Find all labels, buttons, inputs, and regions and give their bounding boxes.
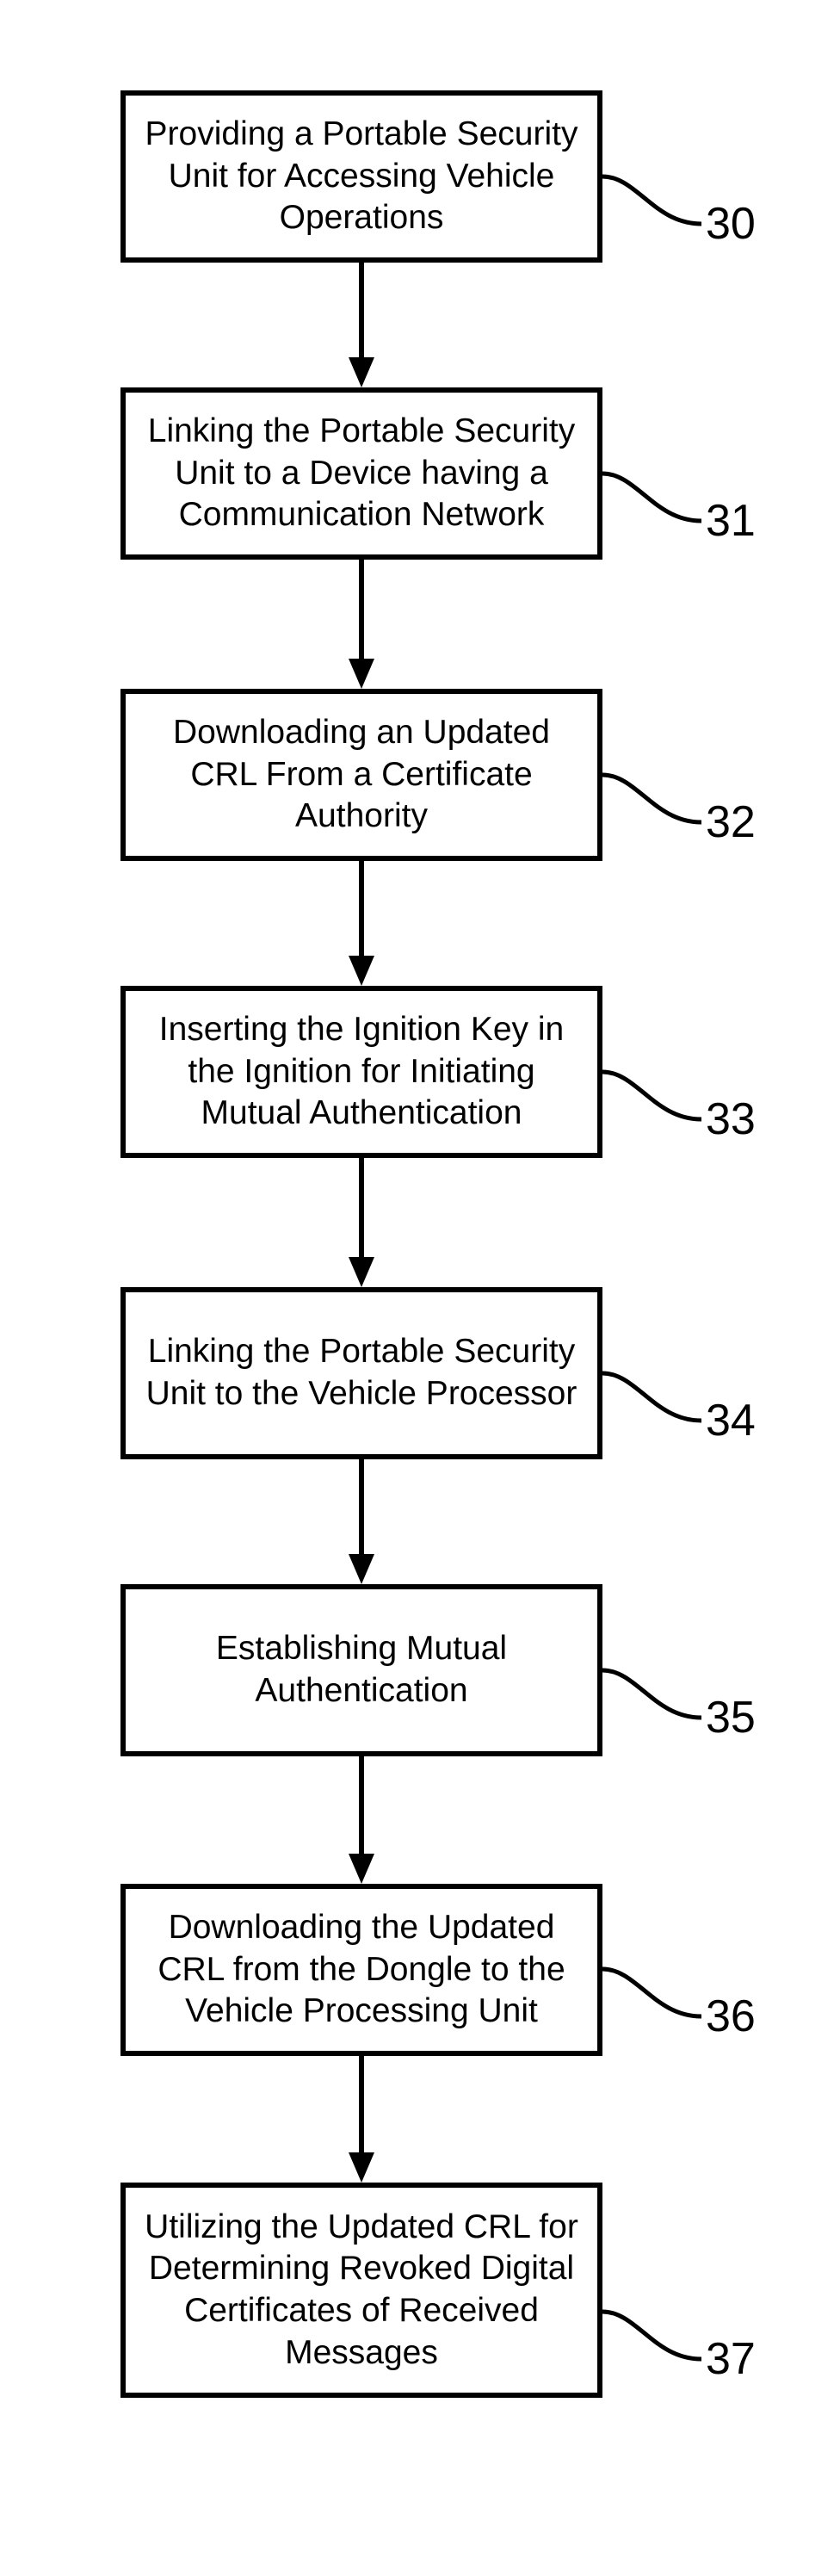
step-32-text: Downloading an Updated CRL From a Certif…: [143, 712, 580, 838]
callout-curve-35: [602, 1670, 706, 1739]
callout-curve-32: [602, 775, 706, 844]
callout-label-34: 34: [706, 1395, 756, 1446]
callout-label-31: 31: [706, 495, 756, 547]
callout-curve-31: [602, 474, 706, 542]
callout-curve-34: [602, 1373, 706, 1442]
step-35-text: Establishing Mutual Authentication: [143, 1628, 580, 1712]
step-36-text: Downloading the Updated CRL from the Don…: [143, 1907, 580, 2033]
callout-curve-37: [602, 2312, 706, 2381]
arrow-35-36: [344, 1756, 379, 1884]
callout-label-37: 37: [706, 2333, 756, 2385]
step-34-text: Linking the Portable Security Unit to th…: [143, 1331, 580, 1415]
step-32: Downloading an Updated CRL From a Certif…: [120, 689, 602, 861]
arrow-33-34: [344, 1158, 379, 1287]
callout-label-35: 35: [706, 1692, 756, 1743]
step-30-text: Providing a Portable Security Unit for A…: [143, 114, 580, 239]
step-35: Establishing Mutual Authentication: [120, 1584, 602, 1756]
step-37-text: Utilizing the Updated CRL for Determinin…: [143, 2207, 580, 2375]
step-33-text: Inserting the Ignition Key in the Igniti…: [143, 1009, 580, 1135]
arrow-34-35: [344, 1459, 379, 1584]
callout-curve-36: [602, 1969, 706, 2038]
step-34: Linking the Portable Security Unit to th…: [120, 1287, 602, 1459]
callout-label-30: 30: [706, 198, 756, 250]
step-31: Linking the Portable Security Unit to a …: [120, 387, 602, 560]
step-33: Inserting the Ignition Key in the Igniti…: [120, 986, 602, 1158]
arrow-32-33: [344, 861, 379, 986]
callout-curve-30: [602, 176, 706, 245]
callout-label-36: 36: [706, 1991, 756, 2042]
step-37: Utilizing the Updated CRL for Determinin…: [120, 2183, 602, 2398]
step-31-text: Linking the Portable Security Unit to a …: [143, 411, 580, 536]
step-36: Downloading the Updated CRL from the Don…: [120, 1884, 602, 2056]
callout-curve-33: [602, 1072, 706, 1141]
callout-label-33: 33: [706, 1093, 756, 1145]
callout-label-32: 32: [706, 796, 756, 848]
flowchart-canvas: Providing a Portable Security Unit for A…: [0, 0, 840, 2576]
arrow-31-32: [344, 560, 379, 689]
arrow-30-31: [344, 263, 379, 387]
step-30: Providing a Portable Security Unit for A…: [120, 90, 602, 263]
arrow-36-37: [344, 2056, 379, 2183]
